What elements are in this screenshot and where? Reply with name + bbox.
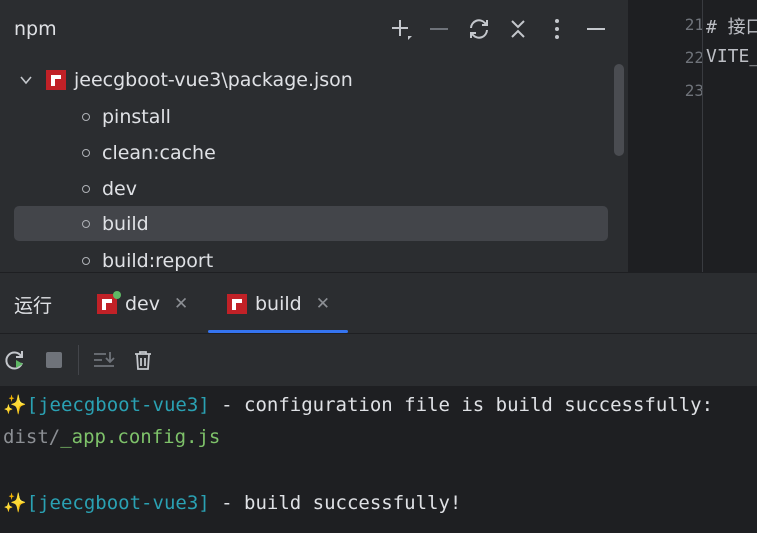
script-item-dev[interactable]: dev	[14, 171, 608, 206]
line-gutter: 21 22 23	[628, 0, 704, 272]
divider	[78, 345, 79, 375]
tab-label: dev	[125, 293, 160, 315]
npm-icon	[227, 294, 247, 314]
collapse-icon[interactable]	[505, 16, 531, 44]
bullet-icon	[82, 219, 90, 228]
script-label: clean:cache	[102, 141, 216, 164]
script-label: pinstall	[102, 105, 171, 128]
code-line: VITE_	[706, 46, 757, 67]
tab-build[interactable]: build ✕	[227, 287, 330, 321]
tab-label: build	[255, 293, 302, 315]
clear-icon[interactable]	[130, 347, 156, 373]
npm-header: npm	[0, 0, 628, 60]
bullet-icon	[82, 184, 90, 193]
rerun-icon[interactable]	[2, 347, 28, 373]
scroll-to-end-icon[interactable]	[91, 347, 117, 373]
npm-tool-window: npm jeecgboot-vue3\package.json pinstall	[0, 0, 628, 272]
script-item-clean-cache[interactable]: clean:cache	[14, 135, 608, 170]
sparkle-icon: ✨	[3, 492, 27, 514]
package-json-label: jeecgboot-vue3\package.json	[74, 69, 353, 91]
more-icon[interactable]	[544, 16, 570, 44]
running-indicator-icon	[113, 291, 121, 299]
run-toolbar	[0, 335, 757, 386]
script-item-build[interactable]: build	[14, 206, 608, 241]
script-item-pinstall[interactable]: pinstall	[14, 99, 608, 134]
console-line: ✨[jeecgboot-vue3] - build successfully!	[3, 491, 461, 514]
script-label: build:report	[102, 249, 214, 272]
run-tabs-bar: 运行 dev ✕ build ✕	[0, 273, 757, 333]
output-dir: dist/	[3, 426, 61, 448]
stop-icon[interactable]	[41, 347, 67, 373]
chevron-down-icon[interactable]	[14, 68, 38, 92]
npm-icon	[97, 291, 121, 314]
tab-dev[interactable]: dev ✕	[97, 287, 188, 321]
run-panel-title: 运行	[14, 295, 53, 317]
output-file: _app.config.js	[60, 426, 221, 448]
script-label: build	[102, 212, 149, 235]
hide-icon[interactable]	[583, 16, 609, 44]
console-line: dist/_app.config.js	[3, 426, 220, 448]
bullet-icon	[82, 112, 90, 121]
line-number: 21	[684, 15, 704, 34]
package-json-node[interactable]: jeecgboot-vue3\package.json	[14, 64, 353, 96]
line-number: 22	[684, 48, 704, 67]
bullet-icon	[82, 148, 90, 157]
close-icon[interactable]: ✕	[316, 294, 330, 314]
project-tag: [jeecgboot-vue3]	[26, 394, 210, 416]
bullet-icon	[82, 256, 90, 265]
npm-panel-title: npm	[14, 18, 57, 40]
code-editor[interactable]: 21 22 23 # 接口 VITE_	[628, 0, 757, 272]
gutter-divider	[702, 0, 703, 272]
console-text: - build successfully!	[209, 492, 462, 514]
refresh-icon[interactable]	[466, 16, 492, 44]
plus-icon[interactable]	[388, 16, 414, 44]
npm-icon	[46, 70, 66, 90]
console-output[interactable]: ✨[jeecgboot-vue3] - configuration file i…	[0, 386, 757, 533]
divider	[0, 333, 757, 334]
vertical-scrollbar[interactable]	[614, 64, 624, 156]
console-text: - configuration file is build successful…	[209, 394, 714, 416]
project-tag: [jeecgboot-vue3]	[26, 492, 210, 514]
code-line: # 接口	[706, 17, 757, 38]
close-icon[interactable]: ✕	[174, 294, 188, 314]
sparkle-icon: ✨	[3, 394, 27, 416]
run-tool-window: 运行 dev ✕ build ✕ ✨[jeecgboot-vue3] - con…	[0, 272, 757, 533]
line-number: 23	[684, 81, 704, 100]
script-label: dev	[102, 177, 137, 200]
console-line: ✨[jeecgboot-vue3] - configuration file i…	[3, 393, 713, 416]
minus-icon[interactable]	[426, 16, 452, 44]
